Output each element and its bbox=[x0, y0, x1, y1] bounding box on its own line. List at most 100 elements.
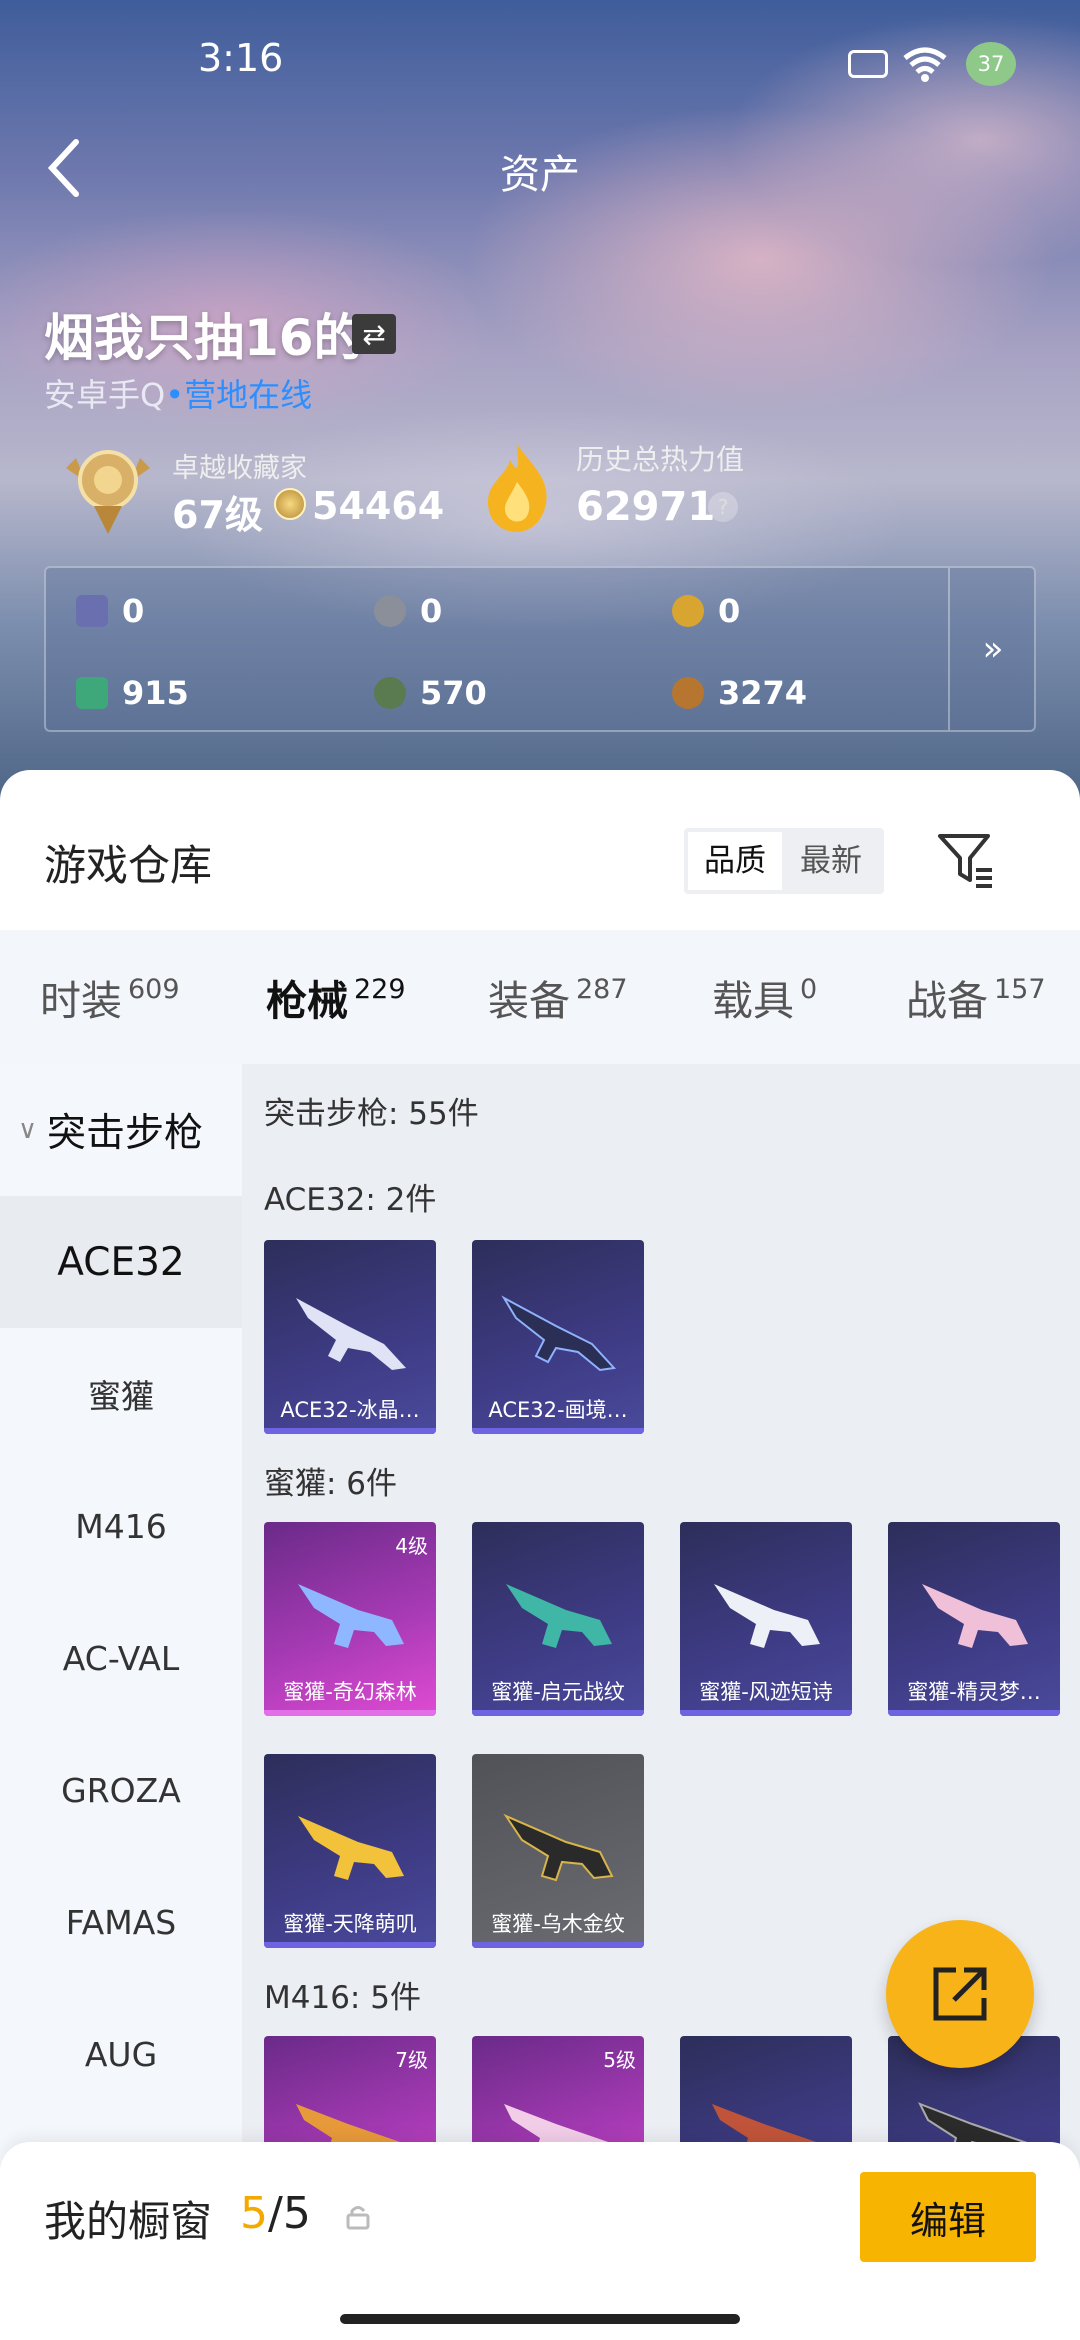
wifi-icon bbox=[903, 47, 947, 82]
sidebar-item-aug[interactable]: AUG bbox=[0, 1988, 242, 2120]
tab-count: 609 bbox=[128, 973, 180, 1005]
category-tabs: 时装 609 枪械 229 装备 287 载具 0 战备 157 bbox=[0, 930, 1080, 1200]
grid-summary: 突击步枪: 55件 bbox=[264, 1096, 479, 1132]
resources-more-button[interactable]: » bbox=[948, 568, 1036, 730]
sidebar-item-groza[interactable]: GROZA bbox=[0, 1724, 242, 1856]
skin-card[interactable]: ACE32-冰晶… bbox=[264, 1240, 436, 1434]
resource-item: 0 bbox=[374, 592, 442, 630]
online-status-label: 营地在线 bbox=[184, 376, 313, 414]
skin-level: 7级 bbox=[395, 2048, 428, 2072]
resource-value: 0 bbox=[420, 592, 443, 630]
online-status: •营地在线 bbox=[165, 376, 313, 414]
resource-value: 3274 bbox=[718, 674, 808, 712]
sidebar-item-famas[interactable]: FAMAS bbox=[0, 1856, 242, 1988]
skin-name: 蜜獾-天降萌叽 bbox=[283, 1912, 417, 1936]
showcase-count: 5/5 bbox=[240, 2188, 311, 2239]
edit-button[interactable]: 编辑 bbox=[860, 2172, 1036, 2262]
rifle-icon bbox=[296, 1298, 406, 1370]
player-level: 67级 bbox=[172, 493, 263, 537]
lock-icon bbox=[346, 2206, 370, 2230]
skin-card[interactable]: 4级 蜜獾-奇幻森林 bbox=[264, 1522, 436, 1716]
resource-panel: 0 0 0 915 570 3274 » bbox=[44, 566, 1036, 732]
battery-icon: 37 bbox=[966, 42, 1016, 86]
tab-equipment[interactable]: 装备 287 bbox=[488, 930, 628, 1064]
sidebar-item-ace32[interactable]: ACE32 bbox=[0, 1196, 242, 1328]
coin-gold-icon bbox=[672, 595, 704, 627]
skin-name: 蜜獾-启元战纹 bbox=[491, 1680, 625, 1704]
username: 烟我只抽16的 bbox=[44, 309, 364, 367]
status-time: 3:16 bbox=[198, 36, 284, 80]
sidebar-item-honey-badger[interactable]: 蜜獾 bbox=[0, 1328, 242, 1460]
sidebar-item-ac-val[interactable]: AC-VAL bbox=[0, 1592, 242, 1724]
skin-name: 蜜獾-乌木金纹 bbox=[491, 1912, 625, 1936]
group-header: ACE32: 2件 bbox=[264, 1182, 437, 1218]
sidebar-item-m416[interactable]: M416 bbox=[0, 1460, 242, 1592]
tab-count: 157 bbox=[994, 973, 1046, 1005]
smg-icon bbox=[298, 1816, 404, 1880]
heat-label: 历史总热力值 bbox=[576, 443, 745, 476]
tier-strip bbox=[264, 1428, 436, 1434]
tier-strip bbox=[472, 1428, 644, 1434]
share-button[interactable] bbox=[886, 1920, 1034, 2068]
skin-card[interactable]: 蜜獾-风迹短诗 bbox=[680, 1522, 852, 1716]
tier-strip bbox=[888, 1710, 1060, 1716]
resource-value: 0 bbox=[718, 592, 741, 630]
tab-label: 时装 bbox=[40, 977, 122, 1025]
orb-green-icon bbox=[374, 677, 406, 709]
tier-strip bbox=[472, 1710, 644, 1716]
smg-icon bbox=[503, 1813, 614, 1882]
heat-value: 62971 bbox=[576, 484, 716, 530]
filter-icon[interactable] bbox=[936, 830, 996, 890]
resource-value: 570 bbox=[420, 674, 487, 712]
tier-strip bbox=[472, 1942, 644, 1948]
showcase-separator: / bbox=[268, 2188, 283, 2239]
sort-quality-button[interactable]: 品质 bbox=[688, 832, 782, 890]
tab-gear[interactable]: 战备 157 bbox=[906, 930, 1046, 1064]
sort-newest-button[interactable]: 最新 bbox=[784, 832, 878, 890]
smg-icon bbox=[298, 1584, 404, 1648]
resource-value: 0 bbox=[122, 592, 145, 630]
switch-account-icon[interactable]: ⇄ bbox=[352, 314, 396, 354]
share-icon bbox=[933, 1967, 987, 2021]
tier-strip bbox=[264, 1710, 436, 1716]
chevron-down-icon: ∨ bbox=[18, 1115, 38, 1145]
tab-count: 287 bbox=[576, 973, 628, 1005]
skin-card[interactable]: 蜜獾-乌木金纹 bbox=[472, 1754, 644, 1948]
showcase-total: 5 bbox=[282, 2188, 311, 2239]
tab-vehicles[interactable]: 载具 0 bbox=[712, 930, 817, 1064]
skin-name: ACE32-冰晶… bbox=[280, 1398, 420, 1422]
card-green-icon bbox=[76, 677, 108, 709]
resource-item: 570 bbox=[374, 674, 487, 712]
category-label: 突击步枪 bbox=[47, 1111, 204, 1156]
page-title: 资产 bbox=[500, 152, 580, 198]
showcase-current: 5 bbox=[240, 2188, 268, 2239]
resource-item: 0 bbox=[76, 592, 144, 630]
rank-title: 卓越收藏家 bbox=[172, 453, 307, 484]
tier-strip bbox=[264, 1942, 436, 1948]
category-header[interactable]: ∨ 突击步枪 bbox=[0, 1064, 242, 1196]
skin-name: 蜜獾-奇幻森林 bbox=[283, 1680, 417, 1704]
card-icon bbox=[76, 595, 108, 627]
skin-card[interactable]: 蜜獾-精灵梦… bbox=[888, 1522, 1060, 1716]
group-header: M416: 5件 bbox=[264, 1980, 421, 2016]
profile-header-background: 3:16 37 资产 烟我只抽16的 ⇄ 安卓手Q•营地在线 卓越收藏家 67级… bbox=[0, 0, 1080, 800]
tab-fashion[interactable]: 时装 609 bbox=[40, 930, 180, 1064]
tab-count: 229 bbox=[354, 973, 406, 1005]
home-indicator bbox=[340, 2314, 740, 2324]
heat-flame-icon bbox=[488, 444, 547, 532]
tab-guns[interactable]: 枪械 229 bbox=[266, 930, 406, 1064]
skin-card[interactable]: 蜜獾-启元战纹 bbox=[472, 1522, 644, 1716]
skin-card[interactable]: ACE32-画境… bbox=[472, 1240, 644, 1434]
tab-label: 载具 bbox=[712, 977, 794, 1025]
help-icon[interactable]: ? bbox=[708, 492, 738, 522]
skin-name: 蜜獾-精灵梦… bbox=[907, 1680, 1041, 1704]
group-header: 蜜獾: 6件 bbox=[264, 1466, 398, 1502]
skin-card[interactable]: 蜜獾-天降萌叽 bbox=[264, 1754, 436, 1948]
smg-icon bbox=[506, 1584, 612, 1648]
rank-medal-icon bbox=[66, 450, 150, 534]
resource-value: 915 bbox=[122, 674, 189, 712]
resource-item: 0 bbox=[672, 592, 740, 630]
smg-icon bbox=[714, 1584, 820, 1648]
collection-coin-icon bbox=[274, 488, 306, 520]
sort-toggle: 品质 最新 bbox=[684, 828, 884, 894]
